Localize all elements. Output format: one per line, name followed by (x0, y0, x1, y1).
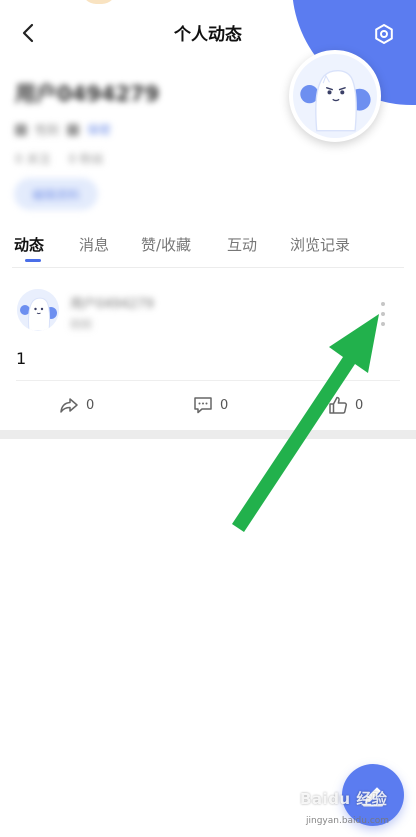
decorative-peek (82, 0, 116, 4)
settings-button[interactable] (370, 20, 398, 48)
mascot-avatar-icon (17, 289, 59, 331)
share-icon (60, 398, 78, 413)
post-content: 1 (16, 349, 27, 368)
tab-browse-history[interactable]: 浏览记录 (290, 234, 350, 255)
share-button[interactable]: 0 (58, 393, 94, 417)
more-dot (381, 322, 385, 326)
section-separator (0, 430, 416, 439)
gender-icon (15, 123, 27, 136)
meta-label-gender: 性别 (35, 123, 60, 137)
following-count[interactable]: 0 关注 (15, 150, 50, 167)
tab-likes-favorites[interactable]: 赞/收藏 (141, 234, 191, 255)
tab-active-indicator (25, 259, 41, 262)
mascot-avatar-icon (293, 54, 377, 138)
tab-interactions[interactable]: 互动 (227, 234, 257, 255)
profile-avatar[interactable] (289, 50, 381, 142)
hexagon-settings-icon (375, 24, 393, 44)
comment-icon (194, 397, 212, 414)
post-author-name[interactable]: 用户0494279 (70, 293, 154, 312)
followers-count[interactable]: 0 粉丝 (68, 150, 103, 167)
share-count: 0 (86, 397, 95, 413)
profile-username: 用户0494279 (15, 82, 160, 106)
comment-button[interactable]: 0 (192, 393, 228, 417)
more-options-button[interactable] (376, 302, 390, 326)
profile-meta: 性别 保密 (15, 121, 111, 138)
profile-screen: 个人动态 用户0494279 性别 保密 0 关注 0 粉丝 编辑资料 动态 消… (0, 0, 416, 837)
post-divider (16, 380, 400, 381)
like-icon (329, 396, 348, 414)
watermark-url: jingyan.baidu.com (306, 816, 390, 826)
more-dot (381, 312, 385, 316)
meta-value-age: 保密 (87, 123, 112, 137)
post-author-avatar[interactable] (17, 289, 59, 331)
post-timestamp: 刚刚 (70, 318, 92, 331)
watermark: Baidu 经验 jingyan.baidu.com (298, 788, 416, 834)
edit-profile-button[interactable]: 编辑资料 (14, 178, 98, 210)
like-button[interactable]: 0 (327, 393, 363, 417)
tab-messages[interactable]: 消息 (79, 234, 109, 255)
comment-count: 0 (220, 397, 229, 413)
more-vertical-icon (381, 302, 385, 306)
watermark-brand: Baidu 经验 (300, 790, 388, 808)
follow-stats: 0 关注 0 粉丝 (15, 150, 104, 167)
like-count: 0 (355, 397, 364, 413)
page-title: 个人动态 (174, 25, 242, 45)
tab-bar: 动态 消息 赞/收藏 互动 浏览记录 (0, 228, 416, 268)
tabs-divider (12, 267, 404, 268)
age-icon (67, 123, 80, 136)
tab-posts[interactable]: 动态 (14, 234, 44, 255)
